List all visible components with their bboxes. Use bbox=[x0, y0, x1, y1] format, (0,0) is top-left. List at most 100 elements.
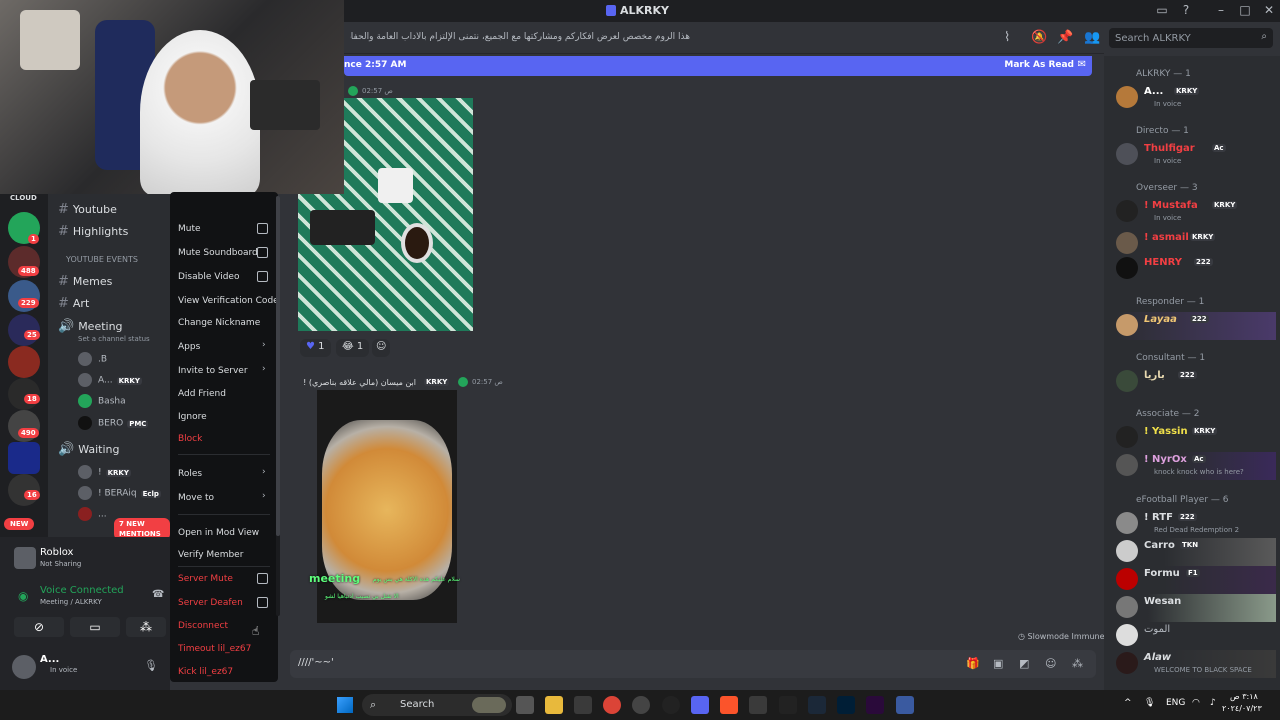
menu-ignore[interactable]: Ignore bbox=[178, 412, 207, 422]
user-avatar[interactable] bbox=[12, 655, 36, 679]
voice-user[interactable]: ... bbox=[78, 507, 107, 521]
menu-timeout[interactable]: Timeout lil_ez67 bbox=[178, 644, 251, 654]
notifications-icon[interactable]: 🔕 bbox=[1031, 30, 1047, 45]
app-icon[interactable] bbox=[896, 696, 914, 714]
menu-apps[interactable]: Apps bbox=[178, 342, 200, 352]
steam-icon[interactable] bbox=[662, 696, 680, 714]
menu-mute[interactable]: Mute bbox=[178, 224, 201, 234]
brave-icon[interactable] bbox=[720, 696, 738, 714]
composer-input[interactable]: ////'~~' bbox=[298, 657, 334, 668]
new-mentions-badge[interactable]: 7 NEW MENTIONS bbox=[114, 518, 170, 537]
voice-connected-status[interactable]: Voice Connected bbox=[40, 585, 124, 596]
user-name[interactable]: A... bbox=[40, 654, 59, 665]
steam-app-icon[interactable] bbox=[808, 696, 826, 714]
taskbar-search[interactable]: ⌕ Search bbox=[362, 694, 512, 716]
menu-block[interactable]: Block bbox=[178, 434, 202, 444]
server-icon[interactable] bbox=[8, 442, 40, 474]
maximize-button[interactable]: □ bbox=[1237, 3, 1253, 19]
minimize-button[interactable]: – bbox=[1213, 3, 1229, 19]
voice-user[interactable]: ! BERAiq Eclp bbox=[78, 486, 161, 500]
member-item[interactable]: Thulfigar Ac In voice bbox=[1116, 141, 1276, 169]
menu-move-to[interactable]: Move to bbox=[178, 493, 214, 503]
menu-scrollbar-thumb[interactable] bbox=[276, 196, 280, 536]
member-item[interactable]: ! asmail KRKY bbox=[1116, 230, 1276, 258]
help-icon[interactable]: ? bbox=[1178, 3, 1194, 19]
channel-memes[interactable]: # Memes bbox=[58, 274, 112, 294]
voice-user[interactable]: ! KRKY bbox=[78, 465, 131, 479]
voice-user[interactable]: .B bbox=[78, 352, 107, 366]
mark-as-read-button[interactable]: Mark As Read bbox=[1004, 60, 1074, 70]
category-youtube-events[interactable]: YOUTUBE EVENTS bbox=[66, 255, 138, 275]
gift-icon[interactable]: 🎁 bbox=[966, 657, 980, 670]
member-item[interactable]: الموت bbox=[1116, 622, 1276, 650]
disable-video-checkbox[interactable] bbox=[257, 271, 268, 282]
voice-user[interactable]: BERO PMC bbox=[78, 416, 149, 430]
server-mute-checkbox[interactable] bbox=[257, 573, 268, 584]
wifi-icon[interactable]: ◠ bbox=[1192, 698, 1200, 708]
search-input[interactable] bbox=[1109, 28, 1249, 48]
file-explorer-icon[interactable] bbox=[545, 696, 563, 714]
tray-mic-icon[interactable]: 🎙 bbox=[1144, 698, 1155, 708]
menu-disconnect[interactable]: Disconnect bbox=[178, 621, 228, 631]
menu-mute-soundboard[interactable]: Mute Soundboard bbox=[178, 248, 258, 258]
message-composer[interactable]: ////'~~' 🎁 ▣ ◩ ☺ ⁂ bbox=[290, 650, 1096, 678]
menu-server-mute[interactable]: Server Mute bbox=[178, 574, 233, 584]
menu-add-friend[interactable]: Add Friend bbox=[178, 389, 226, 399]
mute-checkbox[interactable] bbox=[257, 223, 268, 234]
menu-verify-member[interactable]: Verify Member bbox=[178, 550, 243, 560]
member-item[interactable]: Wesan bbox=[1116, 594, 1276, 622]
server-deafen-checkbox[interactable] bbox=[257, 597, 268, 608]
discord-icon[interactable] bbox=[691, 696, 709, 714]
member-item[interactable]: Carro TKN bbox=[1116, 538, 1276, 566]
menu-kick[interactable]: Kick lil_ez67 bbox=[178, 667, 233, 677]
task-view-icon[interactable] bbox=[516, 696, 534, 714]
channel-waiting[interactable]: 🔊 Waiting bbox=[58, 442, 119, 462]
photoshop-icon[interactable] bbox=[837, 696, 855, 714]
volume-icon[interactable]: ♪ bbox=[1210, 698, 1216, 708]
menu-roles[interactable]: Roles bbox=[178, 469, 202, 479]
member-item[interactable]: HENRY 222 bbox=[1116, 255, 1276, 283]
premiere-icon[interactable] bbox=[866, 696, 884, 714]
menu-disable-video[interactable]: Disable Video bbox=[178, 272, 239, 282]
menu-invite-to-server[interactable]: Invite to Server bbox=[178, 366, 248, 376]
pin-icon[interactable]: 📌 bbox=[1057, 30, 1073, 45]
inbox-icon[interactable]: ▭ bbox=[1154, 3, 1170, 19]
disconnect-icon[interactable]: ☎ bbox=[152, 589, 164, 600]
reaction-blue-heart[interactable]: ♥ 1 bbox=[300, 339, 331, 357]
store-icon[interactable] bbox=[574, 696, 592, 714]
message-author[interactable]: ابن ميسان (مالي علاقه بناصري) ! bbox=[298, 378, 416, 387]
threads-icon[interactable]: ⌇ bbox=[1004, 30, 1010, 45]
member-item[interactable]: ! RTF 222 Red Dead Redemption 2 bbox=[1116, 510, 1276, 538]
menu-view-verification-code[interactable]: View Verification Code bbox=[178, 296, 279, 306]
member-item[interactable]: باريا 222 bbox=[1116, 368, 1276, 396]
member-item[interactable]: Alaw WELCOME TO BLACK SPACE bbox=[1116, 650, 1276, 678]
close-button[interactable]: ✕ bbox=[1261, 3, 1277, 19]
emoji-icon[interactable]: ☺ bbox=[1045, 657, 1056, 670]
voice-user[interactable]: A... KRKY bbox=[78, 373, 142, 387]
gif-icon[interactable]: ▣ bbox=[993, 657, 1003, 670]
member-item[interactable]: Layaa 222 bbox=[1116, 312, 1276, 340]
video-off-button[interactable]: ⊘ bbox=[14, 617, 64, 637]
screen-share-button[interactable]: ▭ bbox=[70, 617, 120, 637]
channel-art[interactable]: # Art bbox=[58, 296, 89, 316]
member-list-icon[interactable]: 👥 bbox=[1084, 30, 1100, 45]
microphone-icon[interactable]: 🎙 bbox=[144, 659, 158, 672]
new-messages-bar[interactable]: nce 2:57 AM Mark As Read ✉ bbox=[344, 56, 1092, 76]
voice-user[interactable]: Basha bbox=[78, 394, 126, 408]
apps-icon[interactable]: ⁂ bbox=[1072, 657, 1083, 670]
capcut-icon[interactable] bbox=[779, 696, 797, 714]
menu-change-nickname[interactable]: Change Nickname bbox=[178, 318, 260, 328]
voice-location[interactable]: Meeting / ALKRKY bbox=[40, 598, 102, 606]
windows-start-icon[interactable] bbox=[337, 697, 353, 713]
member-item[interactable]: Formu F1 bbox=[1116, 566, 1276, 594]
mute-soundboard-checkbox[interactable] bbox=[257, 247, 268, 258]
new-badge[interactable]: NEW bbox=[4, 518, 35, 530]
tray-language[interactable]: ENG bbox=[1166, 698, 1185, 708]
reaction-laugh[interactable]: 😂 1 bbox=[336, 339, 370, 357]
tray-date[interactable]: ٢٠٢٤/٠٧/٢٣ bbox=[1222, 704, 1262, 713]
tray-time[interactable]: ٣:١٨ ص bbox=[1230, 692, 1258, 701]
sticker-icon[interactable]: ◩ bbox=[1019, 657, 1029, 670]
message-image-food[interactable]: meeting سلام عليكم هذه الاكلة هي بس يوم … bbox=[309, 390, 460, 623]
app-icon[interactable] bbox=[749, 696, 767, 714]
member-item[interactable]: ! Mustafa KRKY In voice bbox=[1116, 198, 1276, 226]
